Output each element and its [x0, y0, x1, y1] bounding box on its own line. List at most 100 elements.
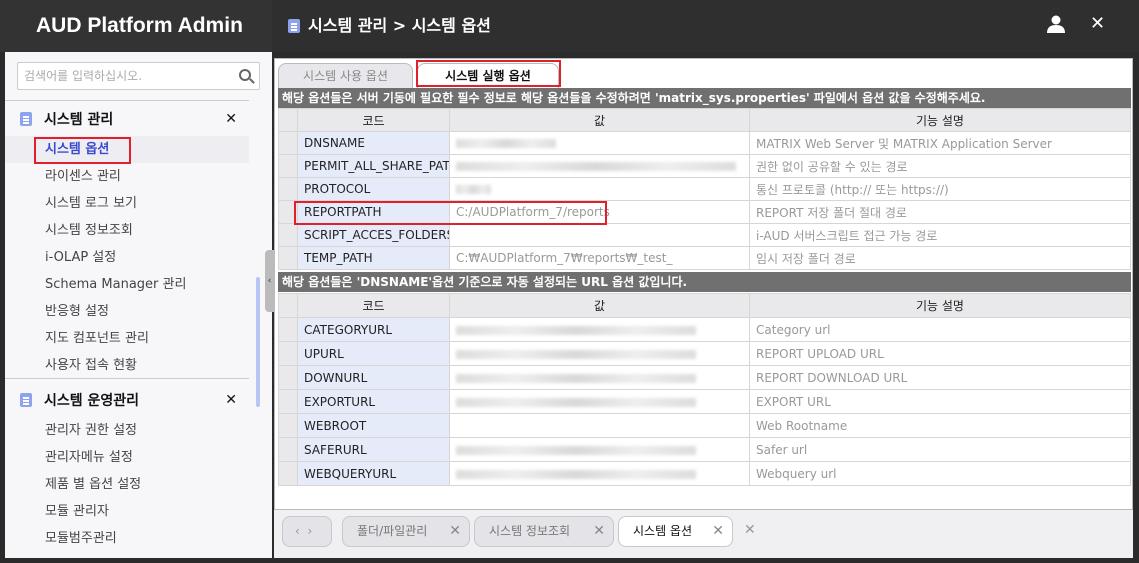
sidebar-item[interactable]: 라이센스 관리 — [5, 163, 249, 190]
sidebar-item[interactable]: 지도 컴포넌트 관리 — [5, 325, 249, 352]
table-row[interactable]: SAFERURL Safer url — [278, 437, 1131, 462]
sidebar-item[interactable]: 시스템 정보조회 — [5, 217, 249, 244]
column-header[interactable]: 기능 설명 — [749, 108, 1131, 132]
sidebar-item[interactable]: Schema Manager 관리 — [5, 271, 249, 298]
value-cell — [449, 177, 750, 201]
table-row[interactable]: EXPORTURL EXPORT URL — [278, 389, 1131, 414]
code-cell: DOWNURL — [297, 365, 450, 390]
row-number — [278, 154, 298, 178]
table-row[interactable]: DNSNAME MATRIX Web Server 및 MATRIX Applic… — [278, 131, 1131, 155]
code-cell: WEBQUERYURL — [297, 461, 450, 486]
row-number — [278, 413, 298, 438]
table-row[interactable]: SCRIPT_ACCES_FOLDERS i-AUD 서버스크립트 접근 가능 경… — [278, 223, 1131, 247]
bottom-tab-sysinfo[interactable]: 시스템 정보조회 ✕ — [474, 516, 614, 547]
row-number — [278, 246, 298, 270]
description-cell: REPORT UPLOAD URL — [749, 341, 1131, 366]
value-cell — [449, 317, 750, 342]
sidebar-item[interactable]: 사용자 접속 현황 — [5, 352, 249, 379]
table-header: 코드 값 기능 설명 — [278, 108, 1131, 132]
table-row[interactable]: CATEGORYURL Category url — [278, 317, 1131, 342]
description-cell: Category url — [749, 317, 1131, 342]
sidebar-group-operations[interactable]: 시스템 운영관리 ✕ — [5, 385, 249, 415]
table-row[interactable]: UPURL REPORT UPLOAD URL — [278, 341, 1131, 366]
sidebar-item[interactable]: i-OLAP 설정 — [5, 244, 249, 271]
description-cell: MATRIX Web Server 및 MATRIX Application S… — [749, 131, 1131, 155]
code-cell: PROTOCOL — [297, 177, 450, 201]
close-icon[interactable]: ✕ — [712, 517, 724, 546]
chevron-left-icon[interactable]: ‹ — [295, 524, 300, 538]
code-cell: TEMP_PATH — [297, 246, 450, 270]
column-header[interactable]: 값 — [449, 108, 750, 132]
document-icon — [288, 19, 300, 33]
row-number — [278, 389, 298, 414]
tab-system-use-options[interactable]: 시스템 사용 옵션 — [278, 63, 413, 88]
description-cell: REPORT DOWNLOAD URL — [749, 365, 1131, 390]
table-header: 코드 값 기능 설명 — [278, 293, 1131, 318]
chevron-right-icon[interactable]: › — [307, 524, 312, 538]
row-number — [278, 317, 298, 342]
close-icon[interactable]: ✕ — [449, 517, 461, 546]
close-icon[interactable]: ✕ — [593, 517, 605, 546]
sidebar-item[interactable]: 관리자메뉴 설정 — [5, 444, 249, 471]
table-row[interactable]: WEBROOT Web Rootname — [278, 413, 1131, 438]
document-icon — [20, 112, 32, 126]
table-row[interactable]: PROTOCOL 통신 프로토콜 (http:// 또는 https://) — [278, 177, 1131, 201]
value-cell — [449, 154, 750, 178]
value-cell — [449, 437, 750, 462]
content-panel: 시스템 사용 옵션 시스템 실행 옵션 해당 옵션들은 서버 기동에 필요한 필… — [274, 58, 1133, 510]
sidebar-item[interactable]: 모듈범주관리 — [5, 525, 249, 552]
notice-bar: 해당 옵션들은 'DNSNAME'옵션 기준으로 자동 설정되는 URL 옵션 … — [278, 272, 1131, 292]
close-icon[interactable]: ✕ — [1090, 13, 1105, 34]
row-number — [278, 437, 298, 462]
collapse-sidebar-button[interactable]: ‹ — [265, 250, 274, 312]
value-cell — [449, 413, 750, 438]
tab-label: 시스템 정보조회 — [489, 524, 571, 538]
redacted-value — [456, 397, 696, 407]
value-cell — [449, 365, 750, 390]
value-cell: C:₩AUDPlatform_7₩reports₩_test_ — [449, 246, 750, 270]
sidebar-item[interactable]: 모듈 관리자 — [5, 498, 249, 525]
tab-label: 시스템 옵션 — [633, 524, 693, 538]
redacted-value — [456, 325, 696, 335]
description-cell: i-AUD 서버스크립트 접근 가능 경로 — [749, 223, 1131, 247]
sidebar-item[interactable]: 시스템 로그 보기 — [5, 190, 249, 217]
code-cell: WEBROOT — [297, 413, 450, 438]
user-icon[interactable] — [1047, 15, 1065, 33]
sidebar-group-system[interactable]: 시스템 관리 ✕ — [5, 104, 249, 134]
value-cell — [449, 461, 750, 486]
sidebar-item[interactable]: 제품 별 옵션 설정 — [5, 471, 249, 498]
scrollbar[interactable] — [256, 277, 260, 407]
group-label: 시스템 관리 — [44, 112, 114, 128]
bottom-tab-folder[interactable]: 폴더/파일관리 ✕ — [342, 516, 470, 547]
bottom-tab-bar: ‹ › 폴더/파일관리 ✕ 시스템 정보조회 ✕ 시스템 옵션 ✕ ✕ — [274, 516, 1133, 552]
value-cell — [449, 223, 750, 247]
highlight-box — [294, 201, 607, 225]
column-header[interactable]: 기능 설명 — [749, 293, 1131, 318]
sidebar-item[interactable]: 반응형 설정 — [5, 298, 249, 325]
table-row[interactable]: DOWNURL REPORT DOWNLOAD URL — [278, 365, 1131, 390]
table-row[interactable]: TEMP_PATH C:₩AUDPlatform_7₩reports₩_test_… — [278, 246, 1131, 270]
redacted-value — [456, 162, 736, 171]
main-area: 시스템 사용 옵션 시스템 실행 옵션 해당 옵션들은 서버 기동에 필요한 필… — [274, 58, 1133, 558]
sidebar-item[interactable]: 관리자 권한 설정 — [5, 417, 249, 444]
close-all-icon[interactable]: ✕ — [744, 522, 756, 538]
description-cell: 임시 저장 폴더 경로 — [749, 246, 1131, 270]
search-input[interactable]: 검색어를 입력하십시오. — [17, 62, 260, 90]
code-cell: DNSNAME — [297, 131, 450, 155]
tab-nav-arrows[interactable]: ‹ › — [282, 516, 332, 547]
sidebar: 검색어를 입력하십시오. 시스템 관리 ✕ 시스템 옵션 라이센스 관리 시스템 로그… — [5, 52, 272, 558]
value-text: C:₩AUDPlatform_7₩reports₩_test_ — [456, 251, 673, 265]
tab-label: 폴더/파일관리 — [357, 524, 428, 538]
row-number — [278, 223, 298, 247]
code-cell: EXPORTURL — [297, 389, 450, 414]
close-icon[interactable]: ✕ — [225, 111, 237, 127]
column-header[interactable]: 코드 — [297, 108, 450, 132]
column-header[interactable]: 값 — [449, 293, 750, 318]
column-header[interactable]: 코드 — [297, 293, 450, 318]
close-icon[interactable]: ✕ — [225, 392, 237, 408]
search-icon[interactable] — [239, 69, 251, 81]
table-row[interactable]: WEBQUERYURL Webquery url — [278, 461, 1131, 486]
url-options-table: 코드 값 기능 설명 CATEGORYURL Category url UPURL REPO… — [278, 293, 1131, 486]
bottom-tab-sysoptions[interactable]: 시스템 옵션 ✕ — [618, 516, 733, 547]
table-row[interactable]: PERMIT_ALL_SHARE_PAT... 권한 없이 공유할 수 있는 경로 — [278, 154, 1131, 178]
